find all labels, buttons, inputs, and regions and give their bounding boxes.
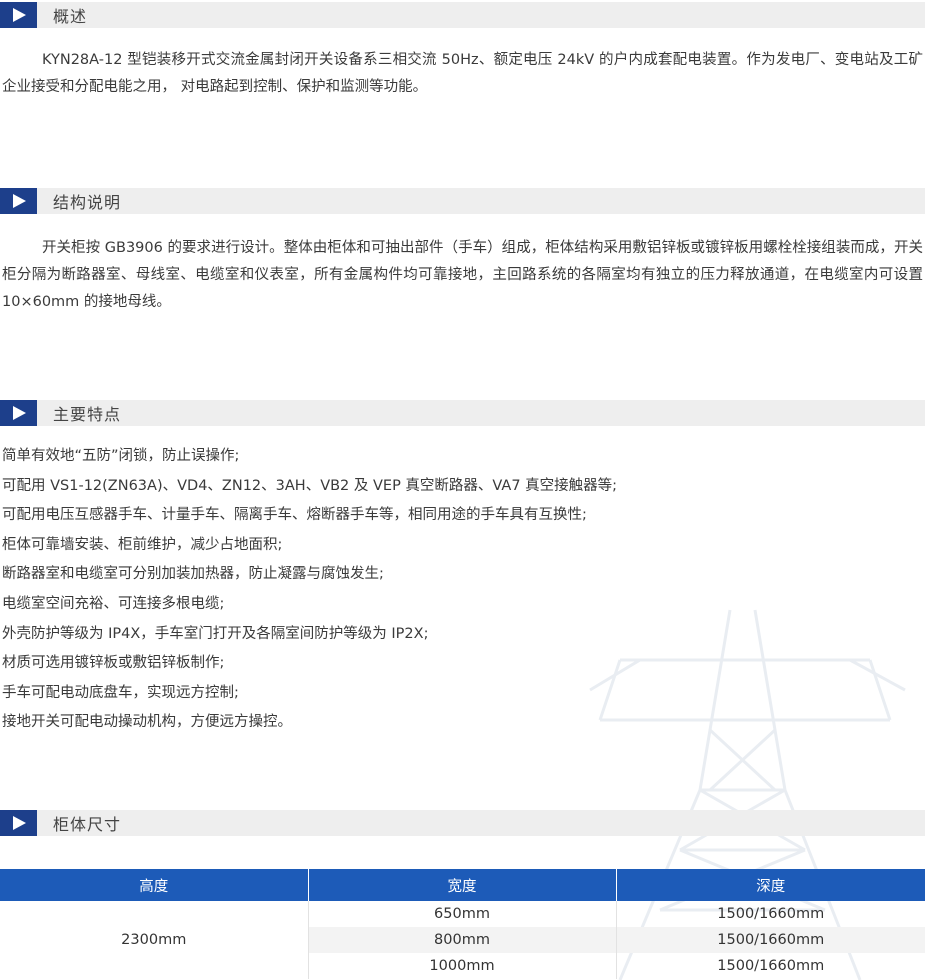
width-cell: 1000mm [308,953,617,979]
structure-paragraph: 开关柜按 GB3906 的要求进行设计。整体由柜体和可抽出部件（手车）组成，柜体… [2,240,923,310]
depth-cell: 1500/1660mm [717,958,825,974]
overview-paragraph: KYN28A-12 型铠装移开式交流金属封闭开关设备系三相交流 50Hz、额定电… [2,52,924,95]
feature-item: 外壳防护等级为 IP4X，手车室门打开及各隔室间防护等级为 IP2X; [2,625,429,642]
feature-item: 可配用电压互感器手车、计量手车、隔离手车、熔断器手车等，相同用途的手车具有互换性… [2,507,587,524]
section-title: 概述 [53,7,88,26]
section-header-dimensions: 柜体尺寸 [0,810,925,836]
width-cell: 650mm [308,901,617,927]
section-title: 柜体尺寸 [53,815,122,834]
header-depth: 深度 [616,869,925,901]
height-cell: 2300mm [0,901,309,979]
features-list: 简单有效地“五防”闭锁，防止误操作; 可配用 VS1-12(ZN63A)、VD4… [2,442,617,738]
section-title: 主要特点 [53,405,122,424]
depth-cell: 1500/1660mm [616,927,925,953]
feature-item: 可配用 VS1-12(ZN63A)、VD4、ZN12、3AH、VB2 及 VEP… [2,477,618,494]
header-height: 高度 [0,869,309,901]
feature-item: 材质可选用镀锌板或敷铝锌板制作; [2,655,225,672]
section-header-overview: 概述 [0,2,925,28]
table-row: 2300mm 650mm 1500/1660mm [0,901,925,979]
header-width: 宽度 [308,869,617,901]
table-header-row: 高度 宽度 深度 [0,869,925,901]
section-header-features: 主要特点 [0,400,925,426]
feature-item: 断路器室和电缆室可分别加装加热器，防止凝露与腐蚀发生; [2,566,384,583]
dimensions-table: 高度 宽度 深度 2300mm 650mm 1500/1660mm 800mm … [0,869,925,979]
width-cell: 800mm [308,927,617,953]
feature-item: 柜体可靠墙安装、柜前维护，减少占地面积; [2,536,283,553]
feature-item: 电缆室空间充裕、可连接多根电缆; [2,595,225,612]
feature-item: 简单有效地“五防”闭锁，防止误操作; [2,448,240,464]
play-arrow-icon [0,188,37,214]
feature-item: 手车可配电动底盘车，实现远方控制; [2,684,239,701]
section-title: 结构说明 [53,193,122,212]
section-header-structure: 结构说明 [0,188,925,214]
depth-cell: 1500/1660mm [717,906,825,922]
play-arrow-icon [0,810,37,836]
play-arrow-icon [0,2,37,28]
play-arrow-icon [0,400,37,426]
feature-item: 接地开关可配电动操动机构，方便远方操控。 [2,714,292,731]
